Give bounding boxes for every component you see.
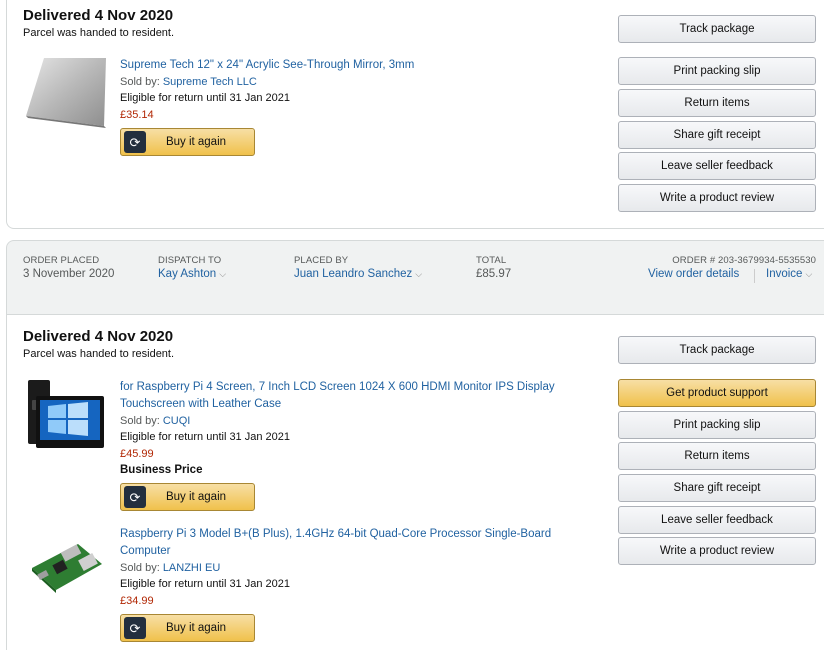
share-gift-receipt-button[interactable]: Share gift receipt [618,474,816,502]
track-package-button[interactable]: Track package [618,15,816,43]
seller-link[interactable]: LANZHI EU [163,562,220,574]
order-placed-date: 3 November 2020 [23,268,115,280]
product-image-raspberry-pi[interactable] [28,538,104,594]
placed-by-dropdown[interactable]: Juan Leandro Sanchez ⌵ [294,268,422,280]
product-image-lcd-screen[interactable] [26,378,106,454]
buy-again-button[interactable]: ⟳ Buy it again [120,483,255,511]
buy-again-button[interactable]: ⟳ Buy it again [120,128,255,156]
chevron-down-icon: ⌵ [415,269,423,279]
product-title-link[interactable]: Supreme Tech 12" x 24" Acrylic See-Throu… [120,57,414,74]
dispatch-to-dropdown[interactable]: Kay Ashton ⌵ [158,268,226,280]
sold-by: Sold by: Supreme Tech LLC [120,76,257,88]
product-title-line: Computer [120,545,171,557]
item-price: £45.99 [120,448,154,460]
reorder-icon: ⟳ [124,131,146,153]
delivery-status-detail: Parcel was handed to resident. [23,348,175,360]
item-price: £35.14 [120,109,154,121]
return-items-button[interactable]: Return items [618,442,816,470]
write-review-button[interactable]: Write a product review [618,537,816,565]
product-title-link[interactable]: Raspberry Pi 3 Model B+(B Plus), 1.4GHz … [120,526,551,560]
sold-by-label: Sold by: [120,76,160,88]
buy-again-label: Buy it again [165,136,227,148]
delivery-status-detail: Parcel was handed to resident. [23,27,175,39]
delivery-status-heading: Delivered 4 Nov 2020 [23,7,174,24]
placed-by-name: Juan Leandro Sanchez [294,268,413,280]
reorder-icon: ⟳ [124,617,146,639]
print-packing-slip-button[interactable]: Print packing slip [618,411,816,439]
view-order-details-link[interactable]: View order details [648,268,739,280]
leave-seller-feedback-button[interactable]: Leave seller feedback [618,506,816,534]
get-product-support-button[interactable]: Get product support [618,379,816,407]
product-title-line: for Raspberry Pi 4 Screen, 7 Inch LCD Sc… [120,381,555,393]
order-placed-label: ORDER PLACED [23,255,100,266]
chevron-down-icon: ⌵ [805,269,813,279]
return-eligibility: Eligible for return until 31 Jan 2021 [120,578,290,590]
dispatch-to-label: DISPATCH TO [158,255,222,266]
print-packing-slip-button[interactable]: Print packing slip [618,57,816,85]
product-title-link[interactable]: for Raspberry Pi 4 Screen, 7 Inch LCD Sc… [120,379,555,413]
return-items-button[interactable]: Return items [618,89,816,117]
delivery-status-heading: Delivered 4 Nov 2020 [23,328,174,345]
share-gift-receipt-button[interactable]: Share gift receipt [618,121,816,149]
buy-again-button[interactable]: ⟳ Buy it again [120,614,255,642]
seller-link[interactable]: CUQI [163,415,191,427]
chevron-down-icon: ⌵ [219,269,227,279]
order-number: ORDER # 203-3679934-5535530 [672,255,816,266]
buy-again-label: Buy it again [165,622,227,634]
item-price: £34.99 [120,595,154,607]
dispatch-to-name: Kay Ashton [158,268,217,280]
product-image-mirror[interactable] [26,58,106,130]
total-label: TOTAL [476,255,507,266]
business-price-label: Business Price [120,464,203,476]
return-eligibility: Eligible for return until 31 Jan 2021 [120,431,290,443]
leave-seller-feedback-button[interactable]: Leave seller feedback [618,152,816,180]
sold-by-label: Sold by: [120,415,160,427]
placed-by-label: PLACED BY [294,255,349,266]
seller-link[interactable]: Supreme Tech LLC [163,76,257,88]
return-eligibility: Eligible for return until 31 Jan 2021 [120,92,290,104]
track-package-button[interactable]: Track package [618,336,816,364]
order-total: £85.97 [476,268,512,280]
reorder-icon: ⟳ [124,486,146,508]
product-title-line: Raspberry Pi 3 Model B+(B Plus), 1.4GHz … [120,528,552,540]
divider [754,269,755,283]
invoice-dropdown[interactable]: Invoice ⌵ [766,268,812,280]
invoice-label: Invoice [766,268,803,280]
buy-again-label: Buy it again [165,491,227,503]
product-title-line: Touchscreen with Leather Case [120,398,282,410]
sold-by: Sold by: LANZHI EU [120,562,220,574]
write-review-button[interactable]: Write a product review [618,184,816,212]
sold-by: Sold by: CUQI [120,415,190,427]
sold-by-label: Sold by: [120,562,160,574]
